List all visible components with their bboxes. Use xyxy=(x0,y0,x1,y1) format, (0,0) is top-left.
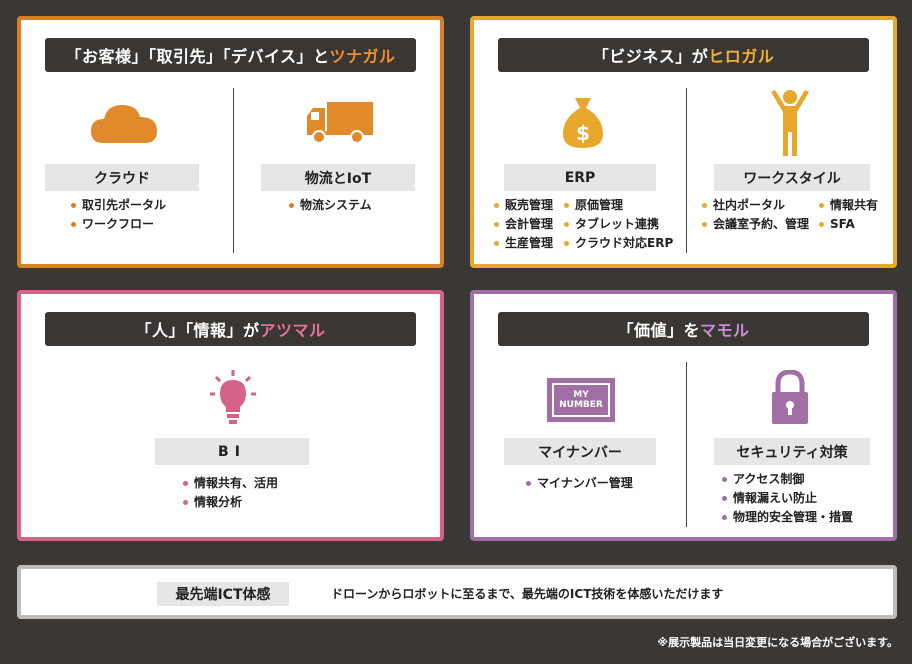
padlock-icon xyxy=(770,369,810,430)
truck-icon xyxy=(305,100,375,148)
bi-items: 情報共有、活用 情報分析 xyxy=(183,474,278,512)
panel-connect: 「お客様」「取引先」「デバイス」と ツナガル クラウド 物流とIoT 取引先ポータ… xyxy=(17,16,444,268)
security-items: アクセス制御 情報漏えい防止 物理的安全管理・措置 xyxy=(722,470,853,527)
title-highlight: ツナガル xyxy=(329,47,396,66)
panel-ict-experience: 最先端ICT体感 ドローンからロボットに至るまで、最先端のICT技術を体感いただ… xyxy=(17,565,897,619)
label-text: セキュリティ対策 xyxy=(736,444,848,461)
list-item: 原価管理 xyxy=(564,196,673,215)
divider xyxy=(686,362,687,527)
label-logistics-iot: 物流とIoT xyxy=(261,164,415,191)
svg-text:$: $ xyxy=(576,121,590,145)
label-ict-experience: 最先端ICT体感 xyxy=(157,582,289,606)
list-item: 情報共有、活用 xyxy=(183,474,278,493)
title-text: 「人」「情報」が xyxy=(135,321,260,340)
panel-title: 「価値」を マモル xyxy=(498,312,869,346)
label-cloud: クラウド xyxy=(45,164,199,191)
erp-items-col1: 販売管理 会計管理 生産管理 xyxy=(494,196,553,253)
title-highlight: ヒロガル xyxy=(708,47,775,66)
list-item: 会計管理 xyxy=(494,215,553,234)
title-highlight: アツマル xyxy=(259,321,326,340)
label-workstyle: ワークスタイル xyxy=(714,164,870,191)
list-item: 会議室予約、管理 xyxy=(702,215,809,234)
divider xyxy=(686,88,687,253)
list-item: 物流システム xyxy=(289,196,372,215)
label-text: 物流とIoT xyxy=(304,170,372,187)
list-item: 社内ポータル xyxy=(702,196,809,215)
list-item: 情報分析 xyxy=(183,493,278,512)
label-text: BI xyxy=(218,443,246,460)
list-item: 生産管理 xyxy=(494,234,553,253)
cloud-icon xyxy=(89,99,159,149)
divider xyxy=(233,88,234,253)
my-number-items: マイナンバー管理 xyxy=(526,474,633,493)
label-my-number: マイナンバー xyxy=(504,438,656,465)
label-erp: ERP xyxy=(504,164,656,191)
label-text: ワークスタイル xyxy=(743,170,841,187)
label-text: ERP xyxy=(564,169,596,186)
my-number-badge-icon: MY NUMBER xyxy=(547,378,615,422)
list-item: 情報漏えい防止 xyxy=(722,489,853,508)
label-security: セキュリティ対策 xyxy=(714,438,870,465)
panel-title: 「人」「情報」が アツマル xyxy=(45,312,416,346)
title-text: 「価値」を xyxy=(617,321,700,340)
ict-description: ドローンからロボットに至るまで、最先端のICT技術を体感いただけます xyxy=(331,587,724,601)
erp-items-col2: 原価管理 タブレット連携 クラウド対応ERP xyxy=(564,196,673,253)
person-raising-arms-icon xyxy=(767,88,813,162)
list-item: 物理的安全管理・措置 xyxy=(722,508,853,527)
title-text: 「ビジネス」が xyxy=(592,47,709,66)
panel-title: 「お客様」「取引先」「デバイス」と ツナガル xyxy=(45,38,416,72)
list-item: SFA xyxy=(819,215,878,234)
title-text: 「お客様」「取引先」「デバイス」と xyxy=(65,47,330,66)
panel-protect: 「価値」を マモル MY NUMBER マイナンバー セキュリティ対策 マイナンバ… xyxy=(470,290,897,541)
label-text: マイナンバー xyxy=(538,444,622,461)
list-item: ワークフロー xyxy=(71,215,166,234)
workstyle-items-col1: 社内ポータル 会議室予約、管理 xyxy=(702,196,809,234)
title-highlight: マモル xyxy=(700,321,750,340)
panel-title: 「ビジネス」が ヒロガル xyxy=(498,38,869,72)
list-item: タブレット連携 xyxy=(564,215,673,234)
badge-line-2: NUMBER xyxy=(559,400,603,410)
list-item: 販売管理 xyxy=(494,196,553,215)
lightbulb-icon xyxy=(210,370,256,430)
money-bag-icon: $ xyxy=(561,96,605,154)
label-text: 最先端ICT体感 xyxy=(175,587,271,603)
label-bi: BI xyxy=(155,438,309,465)
list-item: 情報共有 xyxy=(819,196,878,215)
badge-line-1: MY xyxy=(573,390,589,400)
logistics-items: 物流システム xyxy=(289,196,372,215)
workstyle-items-col2: 情報共有 SFA xyxy=(819,196,878,234)
panel-gather: 「人」「情報」が アツマル BI 情報共有、活用 情報分析 xyxy=(17,290,444,541)
footnote: ※展示製品は当日変更になる場合がございます。 xyxy=(657,636,898,649)
label-text: クラウド xyxy=(94,170,150,187)
list-item: マイナンバー管理 xyxy=(526,474,633,493)
list-item: アクセス制御 xyxy=(722,470,853,489)
panel-expand: 「ビジネス」が ヒロガル $ ERP ワークスタイル 販売管理 会計管理 生産管理… xyxy=(470,16,897,268)
cloud-items: 取引先ポータル ワークフロー xyxy=(71,196,166,234)
list-item: クラウド対応ERP xyxy=(564,234,673,253)
list-item: 取引先ポータル xyxy=(71,196,166,215)
